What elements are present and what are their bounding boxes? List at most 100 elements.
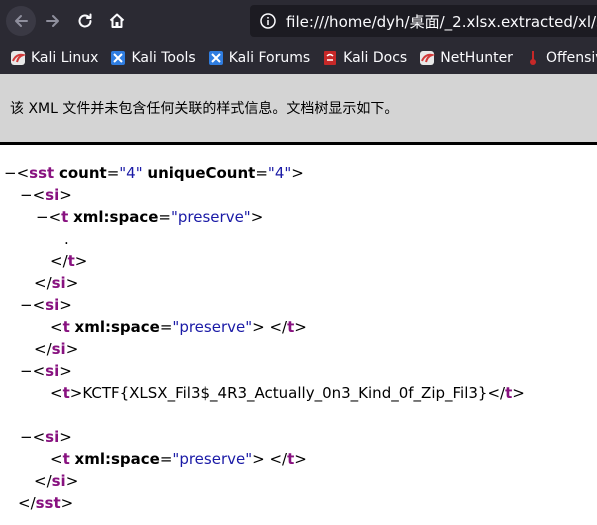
punct: </	[50, 252, 68, 270]
punct: </	[269, 318, 288, 336]
punct: =	[106, 164, 120, 182]
attr-name: uniqueCount	[147, 164, 256, 182]
kali-forums-icon	[208, 50, 224, 66]
bookmark-kali-docs[interactable]: Kali Docs	[322, 50, 407, 66]
tag-name: t	[67, 252, 75, 270]
punct: >	[65, 274, 79, 292]
tag-name: si	[45, 362, 60, 380]
arrow-left-icon	[15, 15, 28, 27]
back-button[interactable]	[6, 6, 36, 36]
attr-value: "4"	[267, 164, 292, 182]
offensive-security-icon	[525, 50, 541, 66]
attr-value: "4"	[119, 164, 143, 182]
punct: </	[18, 494, 36, 512]
xml-line-t-open: −<t xml:space="preserve">	[36, 206, 263, 228]
xml-line-si-close: </si>	[34, 338, 78, 360]
bookmark-offensive-security[interactable]: Offensive S	[525, 50, 597, 66]
punct: <	[50, 384, 63, 402]
forward-button[interactable]	[38, 6, 68, 36]
xml-line-sst-close: </sst>	[18, 492, 73, 514]
punct: <	[16, 164, 30, 182]
attr-value: "preserve"	[172, 450, 253, 468]
punct: =	[159, 450, 173, 468]
text-node: .	[64, 230, 69, 248]
punct: >	[59, 362, 72, 380]
xml-line-t-flag: <t>KCTF{XLSX_Fil3$_4R3_Actually_0n3_Kind…	[50, 382, 525, 404]
punct: >	[59, 428, 72, 446]
xml-line-si-close: </si>	[34, 470, 78, 492]
collapse-toggle[interactable]: −	[4, 164, 17, 182]
xml-line-t-inline: <t xml:space="preserve"> </t>	[50, 448, 307, 470]
arrow-right-icon	[46, 15, 59, 27]
bookmark-nethunter[interactable]: NetHunter	[419, 50, 513, 66]
punct: =	[255, 164, 268, 182]
xml-line-si-open: −<si>	[20, 184, 72, 206]
attr-name: count	[58, 164, 107, 182]
url-bar[interactable]: file:///home/dyh/桌面/_2.xlsx.extracted/xl…	[250, 5, 597, 37]
bookmark-kali-forums[interactable]: Kali Forums	[208, 50, 310, 66]
punct: >	[74, 252, 88, 270]
kali-dragon-icon	[10, 50, 26, 66]
tag-name: si	[45, 428, 60, 446]
xml-line-t-inline: <t xml:space="preserve"> </t>	[50, 316, 307, 338]
punct: >	[60, 494, 74, 512]
punct: </	[269, 450, 288, 468]
collapse-toggle[interactable]: −	[20, 186, 33, 204]
punct: =	[158, 208, 171, 226]
collapse-toggle[interactable]: −	[36, 208, 49, 226]
tag-name: si	[45, 296, 60, 314]
bookmark-label: Kali Forums	[228, 50, 311, 66]
flag-text: KCTF{XLSX_Fil3$_4R3_Actually_0n3_Kind_0f…	[82, 384, 488, 402]
collapse-toggle[interactable]: −	[20, 428, 33, 446]
notice-text: 该 XML 文件并未包含任何关联的样式信息。文档树显示如下。	[10, 101, 399, 117]
punct: =	[159, 318, 173, 336]
xml-line-sst-open: −<sst count="4" uniqueCount="4">	[4, 162, 304, 184]
punct: </	[34, 340, 52, 358]
punct: <	[50, 450, 63, 468]
reload-icon	[78, 13, 92, 28]
home-button[interactable]	[102, 6, 132, 36]
punct: <	[50, 318, 63, 336]
tag-name: t	[61, 208, 69, 226]
collapse-toggle[interactable]: −	[20, 296, 33, 314]
bookmark-label: Kali Linux	[31, 50, 99, 66]
collapse-toggle[interactable]: −	[20, 362, 33, 380]
bookmark-kali-tools[interactable]: Kali Tools	[110, 50, 196, 66]
attr-value: "preserve"	[172, 318, 253, 336]
xml-line-si-open: −<si>	[20, 294, 72, 316]
bookmark-kali-linux[interactable]: Kali Linux	[10, 50, 98, 66]
punct: >	[59, 296, 72, 314]
info-icon[interactable]	[260, 13, 276, 29]
bookmark-label: Kali Tools	[131, 50, 196, 66]
attr-name: xml:space	[73, 208, 159, 226]
tag-name: t	[62, 450, 70, 468]
xml-line-si-open: −<si>	[20, 426, 72, 448]
punct: <	[32, 296, 46, 314]
punct: >	[65, 472, 79, 490]
url-text[interactable]: file:///home/dyh/桌面/_2.xlsx.extracted/xl…	[286, 11, 597, 32]
tag-name: si	[51, 340, 66, 358]
tag-name: si	[51, 472, 66, 490]
punct: </	[34, 472, 52, 490]
kali-docs-icon	[322, 50, 338, 66]
bookmark-label: Offensive S	[545, 50, 597, 66]
punct: >	[65, 340, 79, 358]
punct: >	[250, 208, 264, 226]
punct: >	[291, 164, 304, 182]
punct: </	[487, 384, 506, 402]
xml-line-t-close: </t>	[50, 250, 87, 272]
bookmark-label: Kali Docs	[343, 50, 408, 66]
xml-line-text: .	[64, 228, 69, 250]
kali-tools-icon	[110, 50, 126, 66]
attr-value: "preserve"	[171, 208, 251, 226]
bookmarks-toolbar: Kali Linux Kali Tools Kali Forums Kali D…	[0, 42, 597, 74]
tag-name: sst	[35, 494, 61, 512]
attr-name: xml:space	[74, 318, 160, 336]
punct: >	[69, 384, 83, 402]
punct: <	[32, 428, 46, 446]
reload-button[interactable]	[70, 6, 100, 36]
tag-name: t	[62, 318, 70, 336]
punct: <	[32, 186, 46, 204]
punct: </	[34, 274, 52, 292]
punct: >	[59, 186, 72, 204]
